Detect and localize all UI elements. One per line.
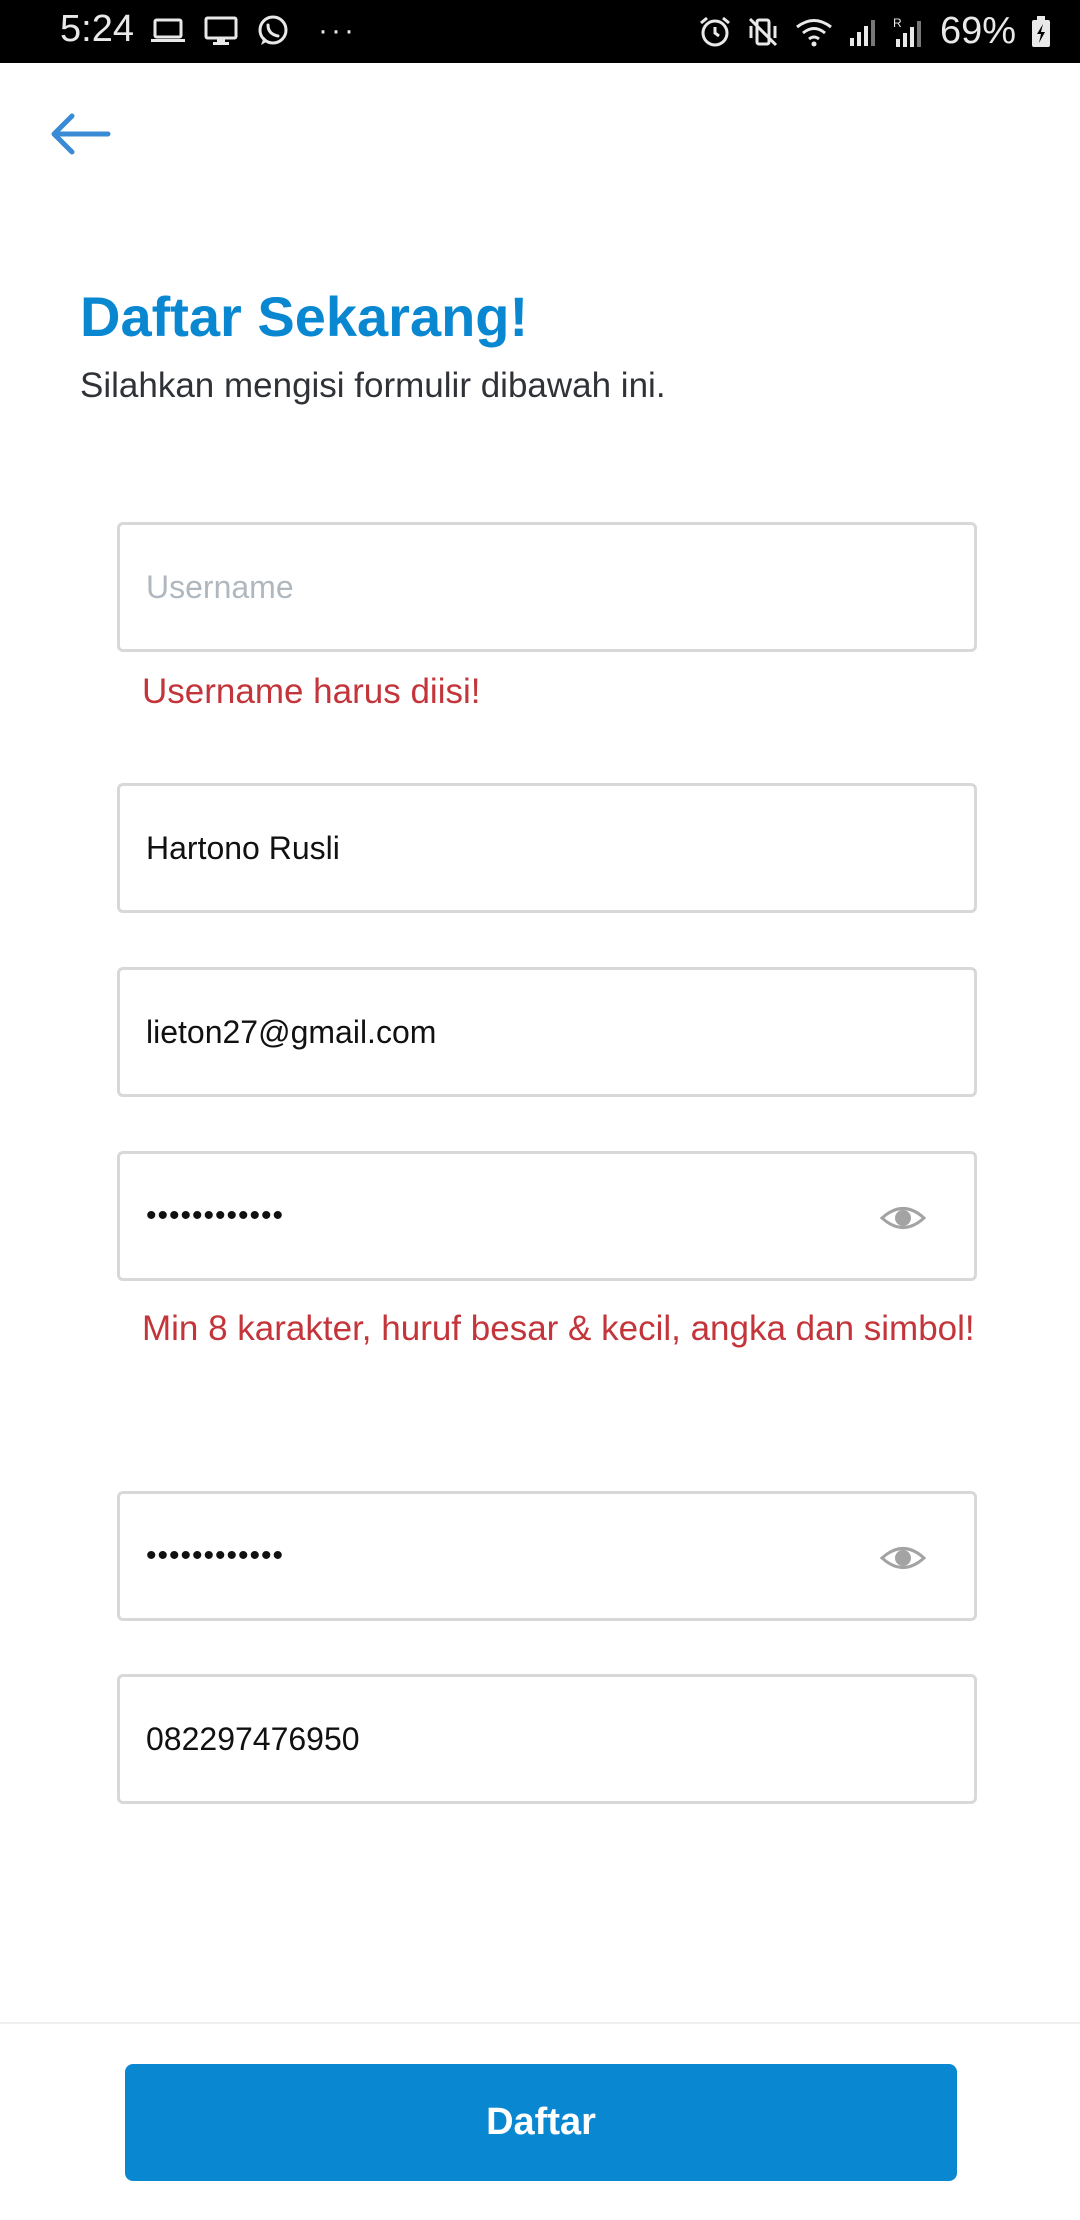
whatsapp-icon [258, 15, 288, 45]
monitor-icon [204, 16, 238, 45]
alarm-icon [699, 16, 730, 46]
phone-input[interactable] [146, 1677, 906, 1801]
eye-icon[interactable] [880, 1201, 926, 1235]
email-input[interactable] [146, 970, 906, 1094]
vibrate-icon [748, 17, 777, 46]
arrow-left-icon [51, 113, 111, 155]
back-button[interactable] [44, 104, 114, 164]
page-title: Daftar Sekarang! [80, 285, 529, 348]
password-error: Min 8 karakter, huruf besar & kecil, ang… [142, 1309, 975, 1348]
eye-icon[interactable] [880, 1541, 926, 1575]
phone-field[interactable] [117, 1674, 977, 1804]
laptop-icon [151, 18, 185, 42]
signal-icon [849, 19, 875, 46]
username-input[interactable] [146, 525, 906, 649]
status-icons-left: ··· [150, 14, 357, 48]
fullname-input[interactable] [146, 786, 906, 910]
username-error: Username harus diisi! [142, 672, 481, 711]
confirm-password-input[interactable] [146, 1494, 906, 1618]
status-bar: 5:24 ··· R 69% [0, 0, 1080, 63]
wifi-icon [796, 18, 832, 46]
confirm-password-field[interactable] [117, 1491, 977, 1621]
status-time: 5:24 [60, 8, 134, 50]
password-input[interactable] [146, 1154, 906, 1278]
more-notifications-indicator: ··· [318, 14, 357, 47]
roaming-letter: R [893, 16, 902, 30]
roaming-signal-icon: R [893, 16, 921, 47]
page-subtitle: Silahkan mengisi formulir dibawah ini. [80, 366, 666, 405]
username-field[interactable] [117, 522, 977, 652]
battery-charging-icon [1032, 15, 1050, 47]
fullname-field[interactable] [117, 783, 977, 913]
email-field[interactable] [117, 967, 977, 1097]
register-button[interactable]: Daftar [125, 2064, 957, 2181]
password-field[interactable] [117, 1151, 977, 1281]
battery-percent: 69% [939, 10, 1016, 52]
status-icons-right: R 69% [698, 10, 1052, 53]
